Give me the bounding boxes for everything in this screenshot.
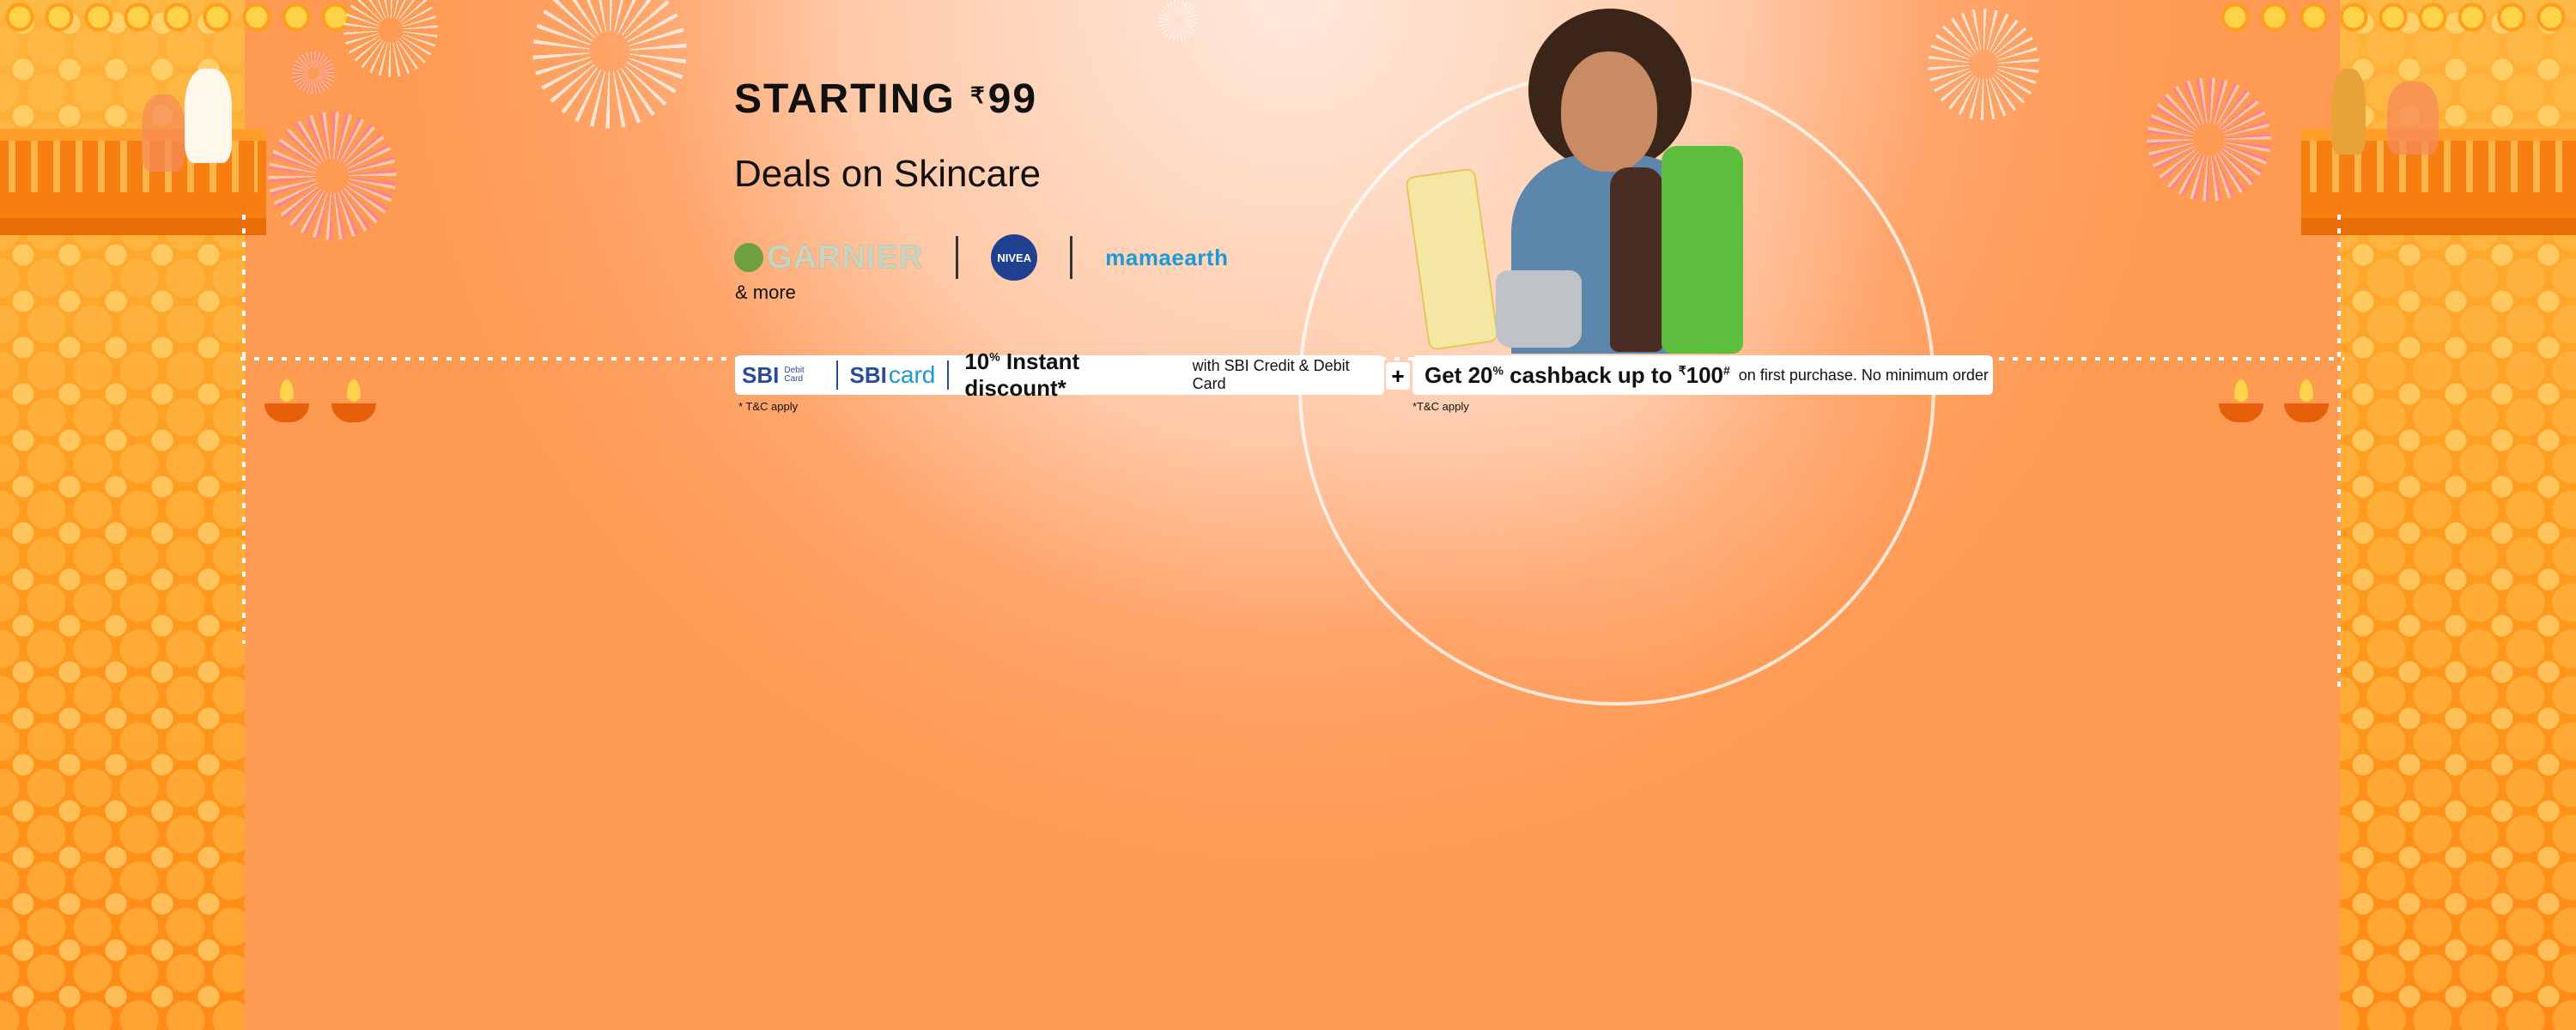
cashback-offer-strip[interactable]: Get 20% cashback up to ₹100# on first pu… [1413, 355, 1993, 395]
divider [956, 236, 959, 279]
garland-icon [2215, 0, 2576, 34]
firework-icon [268, 112, 397, 240]
brand-logos: GARNIER NIVEA mamaearth [734, 227, 1228, 288]
garnier-leaf-icon [734, 243, 763, 272]
firework-icon [2147, 77, 2271, 202]
celebrating-person-figure [2387, 82, 2439, 154]
sbi-offer-strip[interactable]: SBI Debit Card SBI card 10% Instant disc… [735, 348, 1384, 401]
garland-icon [0, 0, 361, 34]
terms-note: * T&C apply [738, 400, 799, 413]
exfoliate-bottle-product [1610, 167, 1663, 352]
price: 99 [987, 76, 1038, 122]
subheadline: Deals on Skincare [734, 153, 1042, 195]
divider [835, 360, 838, 390]
firework-icon [1928, 9, 2039, 120]
string-lights [2337, 215, 2341, 695]
headline: STARTING ₹99 [734, 76, 1038, 122]
cashback-text: Get 20% cashback up to ₹100# [1425, 361, 1730, 388]
garnier-logo[interactable]: GARNIER [734, 239, 923, 276]
hero-image[interactable] [1405, 0, 1777, 354]
divider [947, 360, 950, 390]
mamaearth-logo[interactable]: mamaearth [1105, 245, 1228, 271]
main-panel-background [240, 0, 2344, 1030]
cashback-detail: on first purchase. No minimum order [1738, 366, 1989, 384]
firework-icon [292, 52, 335, 94]
hero-banner[interactable]: STARTING ₹99 Deals on Skincare GARNIER N… [0, 0, 2576, 1030]
celebrating-person-figure [2331, 69, 2366, 154]
instant-discount-detail: with SBI Credit & Debit Card [1192, 357, 1350, 392]
sbi-card-logo: SBI card [849, 361, 936, 388]
himalaya-face-wash-product [1662, 146, 1743, 354]
terms-note: *T&C apply [1413, 400, 1469, 413]
currency-symbol: ₹ [970, 82, 987, 108]
cream-jar-product [1496, 270, 1582, 348]
celebrating-person-figure [142, 94, 185, 172]
sbi-debit-card-logo: SBI Debit Card [742, 361, 805, 388]
nivea-logo[interactable]: NIVEA [991, 234, 1038, 281]
celebrating-person-figure [185, 69, 232, 163]
string-lights [242, 215, 246, 644]
plus-icon: + [1386, 362, 1410, 390]
firework-icon [1157, 0, 1199, 41]
divider [1070, 236, 1073, 279]
more-brands-text: & more [735, 282, 796, 303]
mamaearth-face-wash-product [1405, 167, 1499, 351]
instant-discount-text: 10% Instant discount* [964, 348, 1080, 401]
